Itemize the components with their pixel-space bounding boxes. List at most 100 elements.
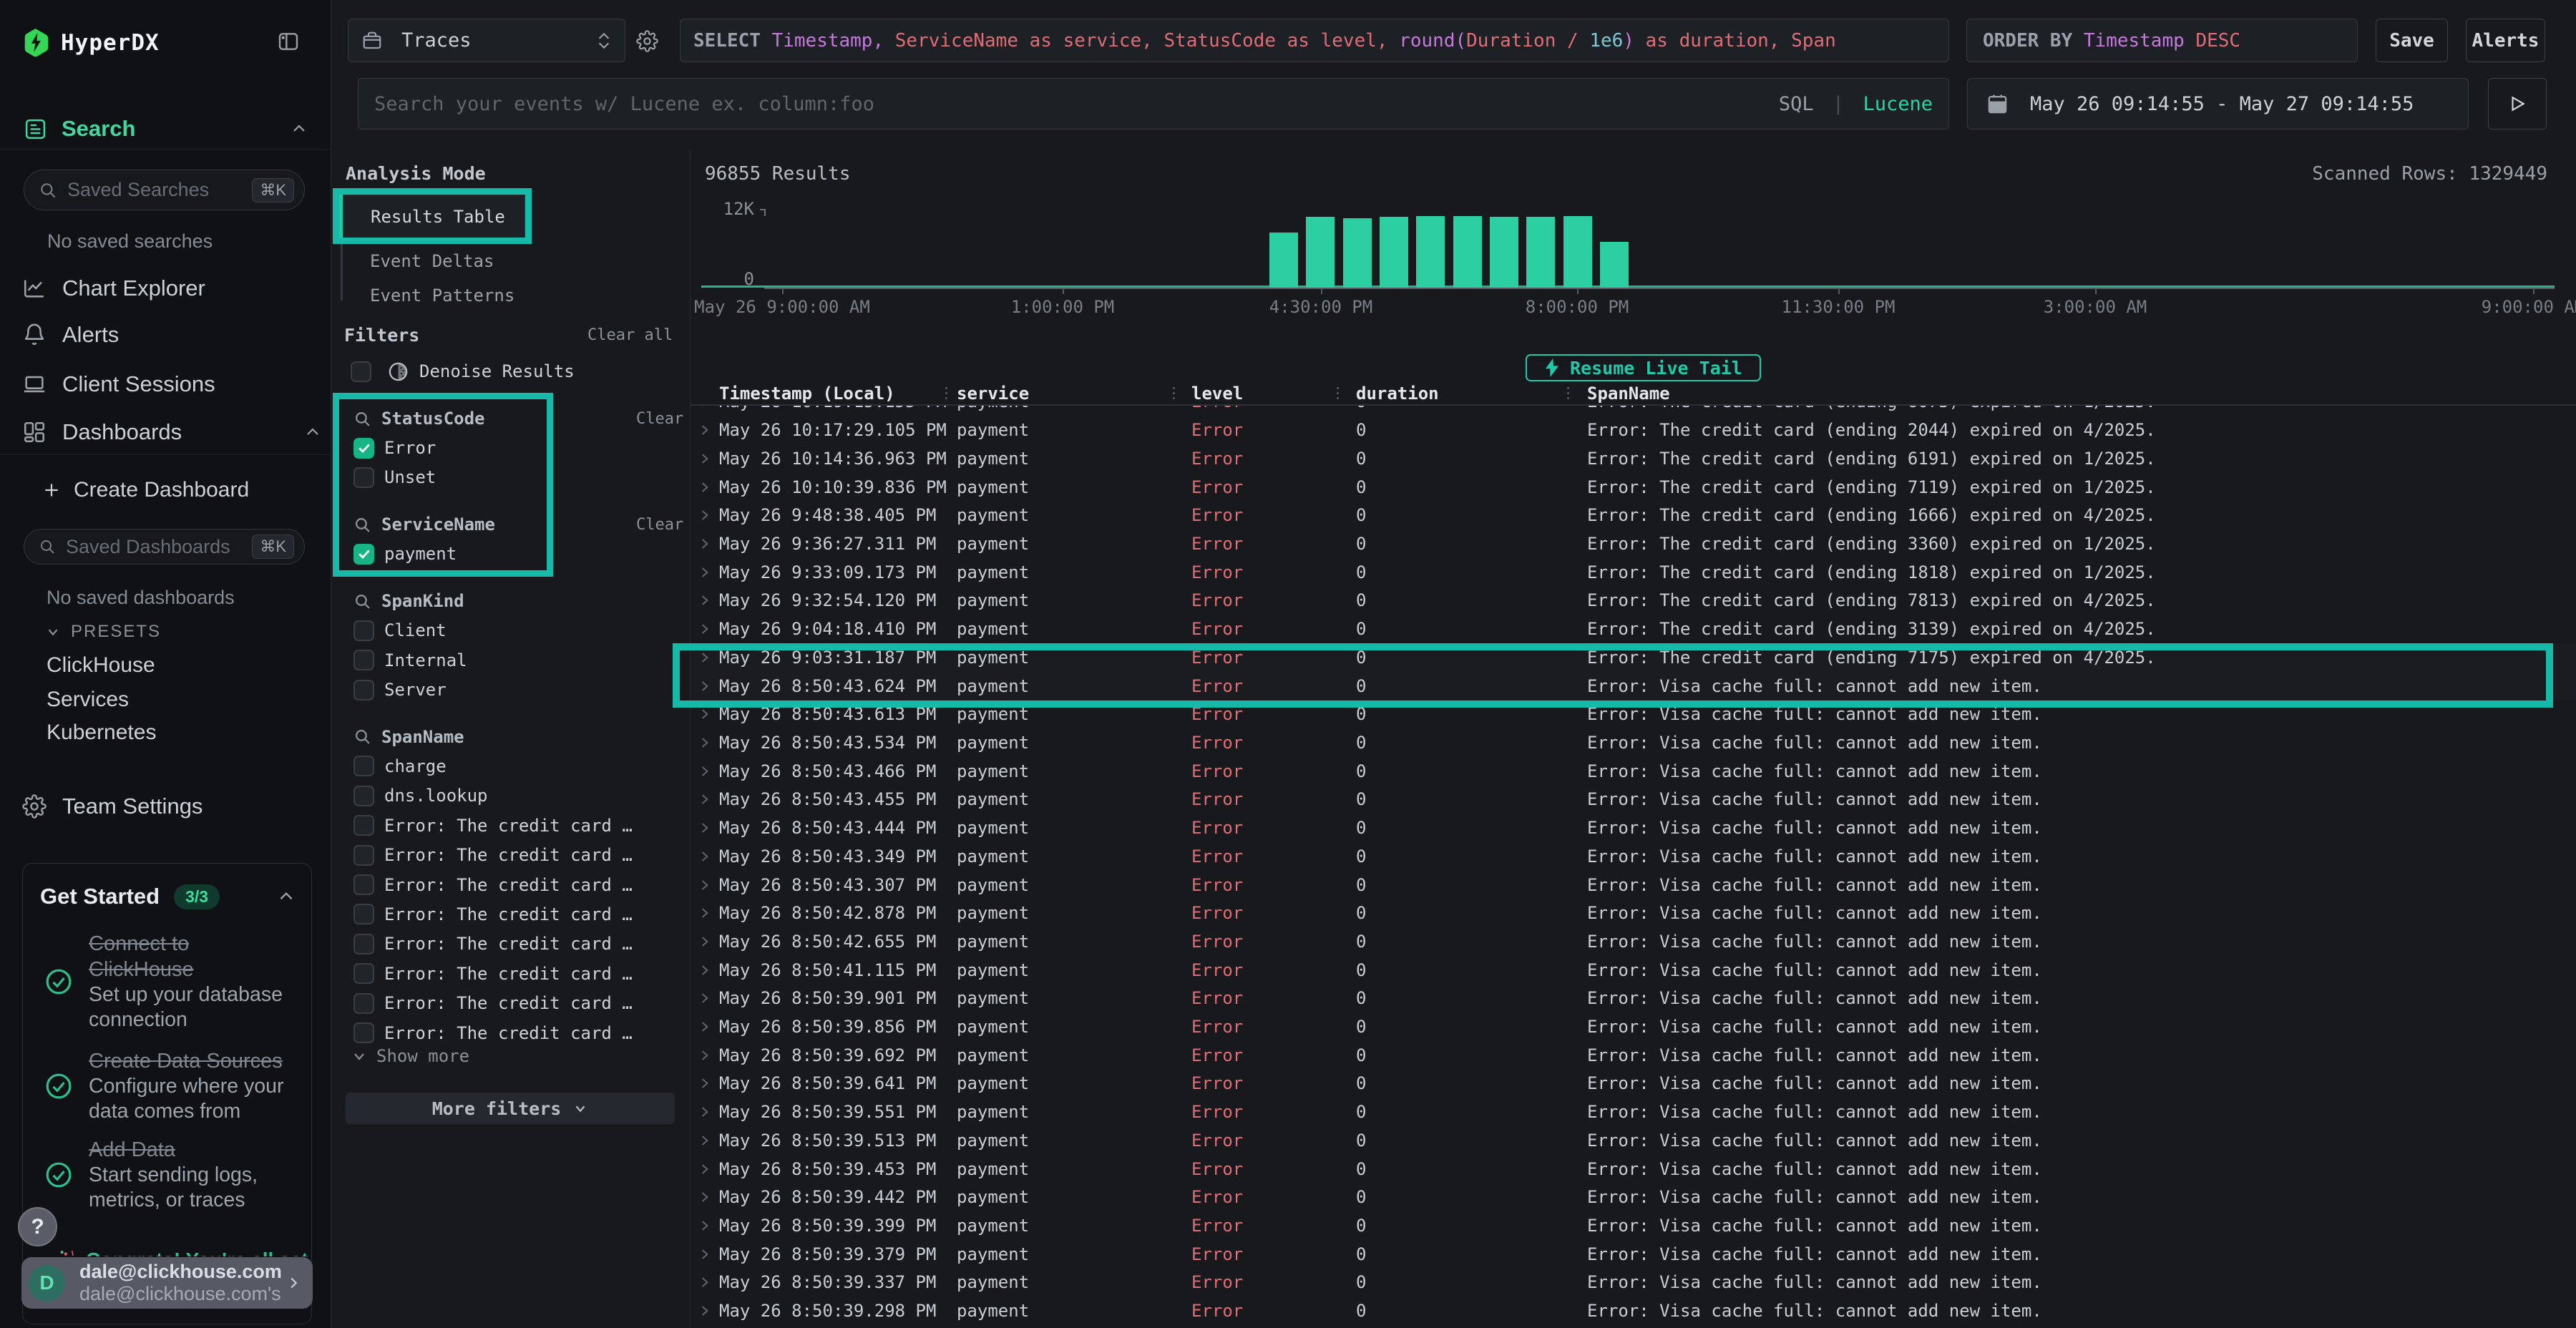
get-started-item[interactable]: Connect to ClickHouseSet up your databas…: [44, 927, 288, 1036]
table-row[interactable]: May 26 8:50:39.453 PMpaymentError0Error:…: [691, 1155, 2576, 1183]
row-expand-chevron-icon[interactable]: [698, 792, 712, 806]
preset-kubernetes[interactable]: Kubernetes: [47, 721, 156, 745]
table-row[interactable]: May 26 8:50:41.115 PMpaymentError0Error:…: [691, 956, 2576, 985]
chart-bar[interactable]: [1453, 216, 1482, 288]
checkbox-unchecked[interactable]: [353, 680, 374, 700]
table-row[interactable]: May 26 8:50:39.399 PMpaymentError0Error:…: [691, 1211, 2576, 1240]
clear-all-button[interactable]: Clear all: [587, 326, 673, 344]
column-header-service[interactable]: service: [957, 384, 1029, 404]
row-expand-chevron-icon[interactable]: [698, 821, 712, 835]
row-expand-chevron-icon[interactable]: [698, 537, 712, 551]
analysis-mode-event-deltas[interactable]: Event Deltas: [370, 244, 494, 278]
show-more-button[interactable]: Show more: [351, 1046, 469, 1066]
checkbox-unchecked[interactable]: [353, 993, 374, 1014]
sidebar-item-chart-explorer[interactable]: Chart Explorer: [0, 273, 331, 304]
row-expand-chevron-icon[interactable]: [698, 878, 712, 892]
language-lucene[interactable]: Lucene: [1863, 93, 1933, 115]
preset-clickhouse[interactable]: ClickHouse: [47, 653, 155, 678]
sidebar-item-alerts[interactable]: Alerts: [0, 319, 331, 351]
help-button[interactable]: ?: [18, 1207, 57, 1246]
save-button[interactable]: Save: [2376, 19, 2448, 62]
filter-option-dns-lookup[interactable]: dns.lookup: [353, 781, 488, 810]
checkbox-unchecked[interactable]: [353, 786, 374, 806]
checkbox-checked[interactable]: [353, 438, 374, 459]
checkbox-unchecked[interactable]: [353, 650, 374, 670]
checkbox-unchecked[interactable]: [353, 845, 374, 866]
filter-option-internal[interactable]: Internal: [353, 646, 467, 675]
get-started-item[interactable]: Add DataStart sending logs, metrics, or …: [44, 1136, 288, 1214]
table-row[interactable]: May 26 10:10:39.836 PMpaymentError0Error…: [691, 473, 2576, 502]
get-started-collapse-icon[interactable]: [277, 887, 296, 906]
table-row[interactable]: May 26 10:14:36.963 PMpaymentError0Error…: [691, 444, 2576, 473]
row-expand-chevron-icon[interactable]: [698, 650, 712, 665]
table-row[interactable]: May 26 8:50:39.901 PMpaymentError0Error:…: [691, 984, 2576, 1012]
checkbox-unchecked[interactable]: [353, 874, 374, 895]
table-row[interactable]: May 26 9:03:31.187 PMpaymentError0Error:…: [691, 643, 2576, 672]
row-expand-chevron-icon[interactable]: [698, 1105, 712, 1119]
row-expand-chevron-icon[interactable]: [698, 1133, 712, 1148]
table-row[interactable]: May 26 10:17:29.105 PMpaymentError0Error…: [691, 416, 2576, 444]
saved-searches-input[interactable]: Saved Searches ⌘K: [24, 170, 305, 210]
chart-bar[interactable]: [1563, 216, 1592, 288]
chart-bar[interactable]: [1306, 217, 1335, 288]
table-row[interactable]: May 26 8:50:43.613 PMpaymentError0Error:…: [691, 700, 2576, 728]
checkbox-unchecked[interactable]: [353, 467, 374, 488]
chart-bar[interactable]: [1526, 217, 1555, 288]
checkbox-unchecked[interactable]: [353, 904, 374, 924]
table-row[interactable]: May 26 8:50:39.379 PMpaymentError0Error:…: [691, 1240, 2576, 1269]
sidebar-item-dashboards[interactable]: Dashboards: [0, 416, 331, 448]
column-header-spanname[interactable]: SpanName: [1587, 384, 1670, 404]
filter-option-error-the-credit-card-[interactable]: Error: The credit card …: [353, 900, 633, 929]
table-row[interactable]: May 26 8:50:39.298 PMpaymentError0Error:…: [691, 1297, 2576, 1325]
chart-bar[interactable]: [1269, 233, 1298, 288]
run-query-button[interactable]: [2488, 78, 2547, 130]
table-row[interactable]: May 26 8:50:39.513 PMpaymentError0Error:…: [691, 1126, 2576, 1155]
filter-group-clear-button[interactable]: Clear: [636, 516, 683, 534]
table-row[interactable]: May 26 8:50:39.856 PMpaymentError0Error:…: [691, 1012, 2576, 1041]
filter-option-error-the-credit-card-[interactable]: Error: The credit card …: [353, 989, 633, 1017]
row-expand-chevron-icon[interactable]: [698, 934, 712, 949]
row-expand-chevron-icon[interactable]: [698, 991, 712, 1005]
alerts-button[interactable]: Alerts: [2466, 19, 2545, 62]
column-header-duration[interactable]: duration: [1356, 384, 1439, 404]
row-expand-chevron-icon[interactable]: [698, 1247, 712, 1261]
table-row[interactable]: May 26 9:48:38.405 PMpaymentError0Error:…: [691, 501, 2576, 529]
checkbox-checked[interactable]: [353, 544, 374, 565]
preset-services[interactable]: Services: [47, 688, 129, 712]
chart-bar[interactable]: [1380, 217, 1408, 288]
checkbox-unchecked[interactable]: [353, 620, 374, 641]
table-row[interactable]: May 26 8:50:42.878 PMpaymentError0Error:…: [691, 899, 2576, 927]
table-row[interactable]: May 26 8:50:39.551 PMpaymentError0Error:…: [691, 1098, 2576, 1126]
table-row[interactable]: May 26 8:50:43.444 PMpaymentError0Error:…: [691, 814, 2576, 842]
column-resize-handle[interactable]: [945, 387, 947, 399]
checkbox-unchecked[interactable]: [353, 815, 374, 836]
row-expand-chevron-icon[interactable]: [698, 1219, 712, 1233]
sidebar-collapse-icon[interactable]: [277, 30, 300, 53]
row-expand-chevron-icon[interactable]: [698, 679, 712, 693]
denoise-filter[interactable]: Denoise Results: [351, 357, 575, 386]
filter-option-error-the-credit-card-[interactable]: Error: The credit card …: [353, 960, 633, 988]
table-row[interactable]: May 26 8:50:42.655 PMpaymentError0Error:…: [691, 927, 2576, 956]
chart-bar[interactable]: [1343, 218, 1372, 288]
row-expand-chevron-icon[interactable]: [698, 508, 712, 522]
chart-bar[interactable]: [1600, 242, 1629, 288]
column-resize-handle[interactable]: [1567, 387, 1569, 399]
row-expand-chevron-icon[interactable]: [698, 764, 712, 778]
presets-toggle[interactable]: PRESETS: [45, 622, 161, 642]
row-expand-chevron-icon[interactable]: [698, 565, 712, 580]
table-row[interactable]: May 26 9:33:09.173 PMpaymentError0Error:…: [691, 558, 2576, 587]
table-row[interactable]: May 26 8:50:43.466 PMpaymentError0Error:…: [691, 757, 2576, 786]
query-settings-gear-icon[interactable]: [636, 30, 658, 52]
search-collapse-chevron-icon[interactable]: [291, 120, 308, 137]
order-by-input[interactable]: ORDER BY Timestamp DESC: [1966, 19, 2358, 62]
more-filters-button[interactable]: More filters: [346, 1093, 675, 1124]
source-select[interactable]: Traces: [348, 19, 625, 62]
filter-option-error-the-credit-card-[interactable]: Error: The credit card …: [353, 841, 633, 869]
filter-option-server[interactable]: Server: [353, 675, 447, 704]
checkbox-unchecked[interactable]: [353, 963, 374, 984]
row-expand-chevron-icon[interactable]: [698, 849, 712, 864]
denoise-checkbox[interactable]: [351, 361, 371, 382]
language-toggle[interactable]: SQL | Lucene: [1779, 93, 1933, 115]
row-expand-chevron-icon[interactable]: [698, 1020, 712, 1034]
table-row[interactable]: May 26 8:50:43.534 PMpaymentError0Error:…: [691, 728, 2576, 757]
